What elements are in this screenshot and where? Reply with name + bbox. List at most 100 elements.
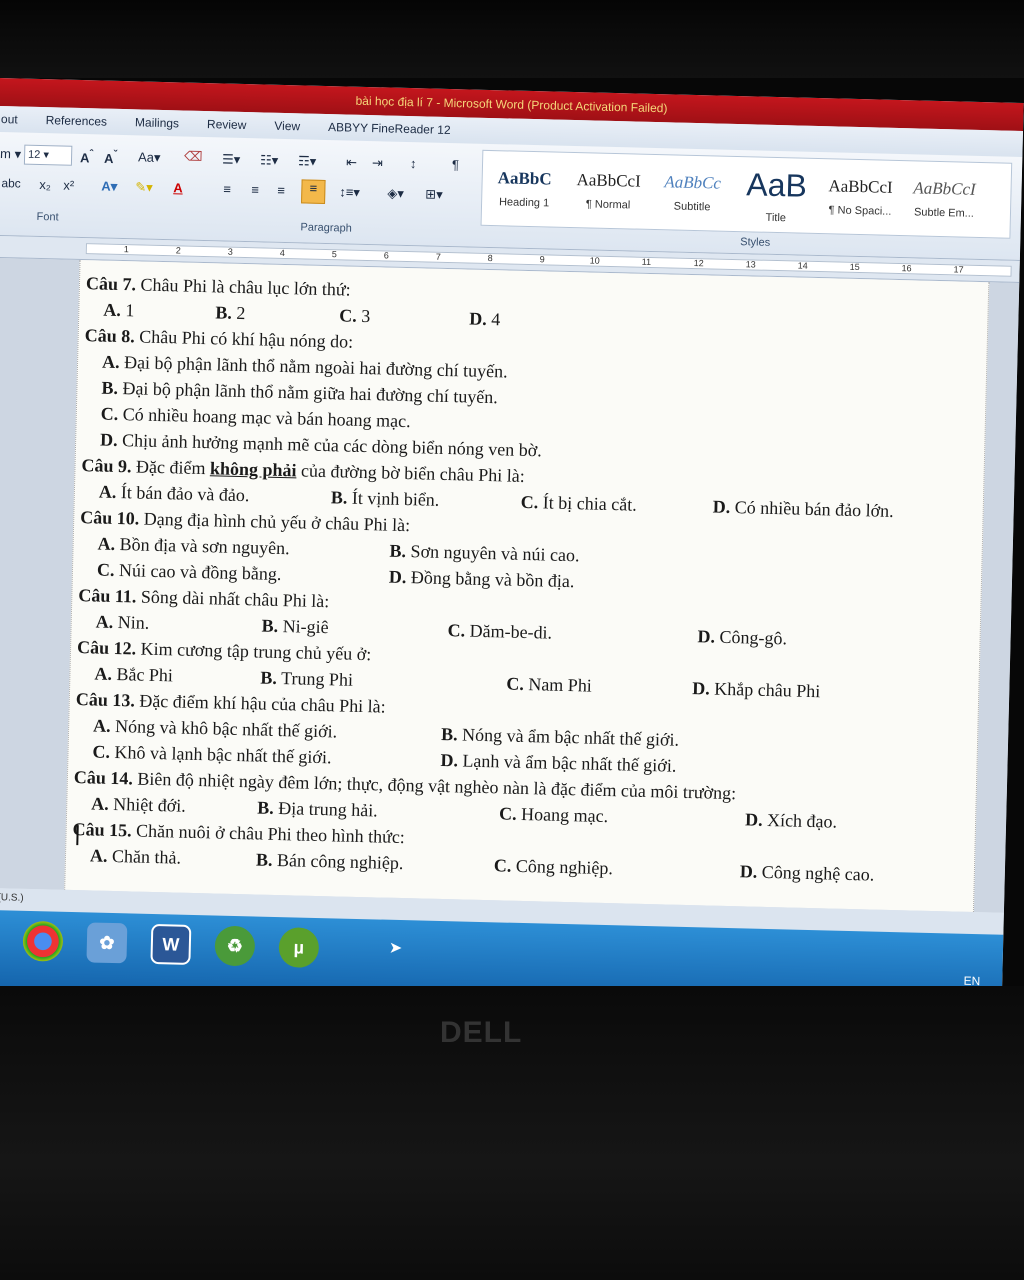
question-text: Đặc điểm [131, 456, 211, 479]
paragraph-group-label: Paragraph [300, 221, 352, 235]
grow-font-icon[interactable]: Aˆ [80, 148, 93, 166]
multilevel-list-icon[interactable]: ☶▾ [298, 153, 317, 169]
option-text: Nin. [113, 611, 150, 633]
option-text: Nam Phi [523, 673, 593, 696]
option-text: Núi cao và đồng bằng. [114, 559, 282, 585]
text-effects-icon[interactable]: A▾ [101, 179, 117, 195]
superscript-icon[interactable]: x² [63, 178, 74, 193]
question-text: Chăn nuôi ở châu Phi theo hình thức: [131, 820, 406, 848]
tab-review[interactable]: Review [207, 117, 247, 132]
style-title[interactable]: AaB Title [733, 157, 819, 233]
option-letter: D. [99, 429, 118, 450]
option-text: Có nhiều bán đảo lớn. [729, 496, 894, 521]
styles-group-label: Styles [740, 236, 771, 249]
option-text: Công nghiệp. [511, 855, 614, 879]
tab-abbyy[interactable]: ABBYY FineReader 12 [328, 120, 451, 137]
option-letter: B. [330, 487, 348, 508]
borders-icon[interactable]: ⊞▾ [425, 186, 443, 202]
highlight-icon[interactable]: ✎▾ [135, 179, 153, 195]
option-text: Nhiệt đới. [108, 793, 187, 816]
option-letter: C. [493, 855, 512, 876]
shrink-font-icon[interactable]: Aˇ [104, 149, 117, 167]
option-text: Có nhiều hoang mạc và bán hoang mạc. [118, 403, 411, 432]
torrent-icon[interactable]: µ [278, 927, 320, 969]
change-case-icon[interactable]: Aa▾ [138, 149, 161, 166]
line-spacing-icon[interactable]: ↕≡▾ [339, 184, 360, 200]
style-sample: AaB [745, 165, 808, 204]
tab-view[interactable]: View [274, 119, 300, 134]
sort-icon[interactable]: ↕ [410, 156, 417, 171]
decrease-indent-icon[interactable]: ⇤ [346, 154, 357, 170]
option-letter: B. [101, 377, 119, 398]
option-letter: A. [92, 715, 111, 736]
align-center-icon[interactable]: ≡ [251, 182, 259, 197]
style-sample: AaBbC [497, 168, 552, 189]
question-text: Sông dài nhất châu Phi là: [136, 586, 330, 612]
option-text: 2 [231, 302, 246, 324]
option-letter: B. [257, 797, 275, 818]
tab-mailings[interactable]: Mailings [135, 115, 179, 130]
option-text: Trung Phi [276, 667, 354, 690]
option-letter: A. [95, 611, 114, 632]
chrome-icon[interactable] [22, 920, 64, 962]
ruler-number: 4 [279, 247, 285, 259]
style-subtitle[interactable]: AaBbCc Subtitle [650, 155, 736, 231]
word-icon[interactable]: W [150, 923, 192, 965]
style-no-spacing[interactable]: AaBbCcI ¶ No Spaci... [817, 159, 903, 235]
ruler-number: 1 [123, 244, 129, 255]
question-label: Câu 10. [80, 507, 140, 529]
numbering-icon[interactable]: ☷▾ [260, 152, 279, 168]
font-size-box[interactable]: 12 ▾ [23, 144, 73, 166]
option-text: Sơn nguyên và núi cao. [405, 541, 580, 566]
font-name-box[interactable]: m ▾ [0, 146, 21, 163]
question-label: Câu 7. [85, 273, 137, 295]
tab-references[interactable]: References [46, 113, 108, 128]
style-sample: AaBbCcI [913, 178, 976, 199]
option-letter: C. [520, 491, 539, 513]
option-text: 3 [356, 305, 371, 327]
ruler-number: 3 [227, 246, 233, 257]
style-name: ¶ No Spaci... [828, 204, 892, 218]
option-text: Chăn thả. [107, 845, 182, 868]
option-text: Dăm-be-di. [464, 620, 553, 643]
app-icon[interactable]: ♻ [214, 925, 256, 967]
question-label: Câu 13. [75, 689, 136, 711]
ruler-number: 16 [901, 263, 912, 274]
option-letter: D. [712, 496, 731, 517]
align-right-icon[interactable]: ≡ [277, 183, 285, 198]
option-letter: A. [89, 845, 108, 866]
align-left-icon[interactable]: ≡ [223, 181, 231, 196]
option-letter: C. [447, 620, 466, 641]
style-subtle-emphasis[interactable]: AaBbCcI Subtle Em... [901, 161, 987, 237]
style-sample: AaBbCcI [828, 176, 893, 197]
question-label: Câu 14. [73, 767, 134, 789]
subscript-icon[interactable]: x₂ [39, 177, 51, 192]
justify-icon[interactable]: ≡ [301, 179, 326, 204]
shading-icon[interactable]: ◈▾ [387, 185, 404, 201]
document-page[interactable]: Câu 7. Châu Phi là châu lục lớn thứ: A. … [64, 259, 990, 913]
option-letter: C. [96, 559, 115, 580]
increase-indent-icon[interactable]: ⇥ [372, 155, 383, 171]
option-letter: A. [98, 481, 117, 502]
style-normal[interactable]: AaBbCcI ¶ Normal [566, 153, 652, 229]
paint-icon[interactable]: ✿ [86, 922, 128, 964]
clear-format-icon[interactable]: ⌫ [184, 149, 203, 165]
style-heading-1[interactable]: AaBbC Heading 1 [482, 151, 568, 227]
option-letter: C. [339, 305, 358, 326]
language-status[interactable]: ish (U.S.) [0, 892, 24, 904]
bullets-icon[interactable]: ☰▾ [222, 151, 241, 167]
style-sample: AaBbCc [664, 172, 722, 193]
strikethrough-icon[interactable]: abc [1, 176, 21, 190]
monitor-bezel-bottom: DELL [0, 986, 1024, 1280]
option-text: Ít bán đảo và đảo. [116, 481, 250, 506]
ruler-number: 14 [797, 260, 808, 271]
tab-layout[interactable]: out [1, 112, 18, 126]
option-text: Khô và lạnh bậc nhất thế giới. [109, 741, 332, 768]
font-color-icon[interactable]: A [173, 180, 183, 195]
ruler-number: 9 [539, 254, 545, 265]
ruler-number: 11 [641, 256, 652, 267]
question-label: Câu 11. [78, 585, 137, 607]
pilcrow-icon[interactable]: ¶ [452, 157, 459, 172]
question-label: Câu 8. [84, 325, 135, 347]
option-letter: C. [100, 403, 119, 424]
